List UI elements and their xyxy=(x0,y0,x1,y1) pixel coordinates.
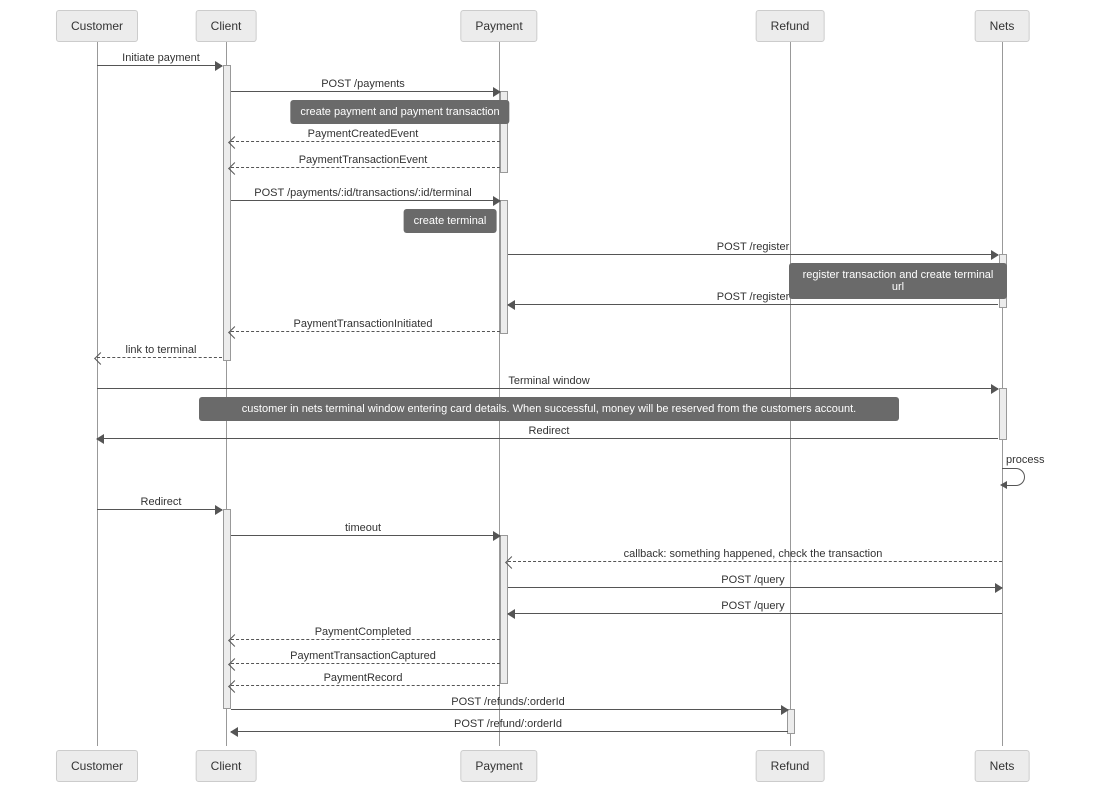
msg-label: POST /payments/:id/transactions/:id/term… xyxy=(254,187,471,199)
msg-label: POST /refund/:orderId xyxy=(454,718,562,730)
msg-label: callback: something happened, check the … xyxy=(624,548,883,560)
msg-label: PaymentCompleted xyxy=(315,626,412,638)
msg-label: process xyxy=(1006,454,1045,466)
arrow xyxy=(97,509,222,510)
arrow xyxy=(231,200,500,201)
msg-label: POST /query xyxy=(721,574,784,586)
note: create payment and payment transaction xyxy=(290,100,509,124)
msg-label: Redirect xyxy=(529,425,570,437)
activation xyxy=(500,200,508,334)
actor-client-bottom: Client xyxy=(196,750,257,782)
msg-label: PaymentCreatedEvent xyxy=(308,128,419,140)
note: customer in nets terminal window enterin… xyxy=(199,397,899,421)
arrow xyxy=(231,731,788,732)
msg-label: timeout xyxy=(345,522,381,534)
arrow xyxy=(231,167,500,168)
arrow xyxy=(97,388,998,389)
arrow xyxy=(231,685,500,686)
actor-refund-bottom: Refund xyxy=(756,750,825,782)
arrow xyxy=(508,304,998,305)
arrow xyxy=(97,438,998,439)
arrow xyxy=(508,561,1002,562)
note: register transaction and create terminal… xyxy=(789,263,1007,299)
msg-label: POST /register xyxy=(717,291,790,303)
actor-refund: Refund xyxy=(756,10,825,42)
activation xyxy=(223,509,231,709)
msg-label: POST /refunds/:orderId xyxy=(451,696,565,708)
msg-label: link to terminal xyxy=(126,344,197,356)
msg-label: POST /payments xyxy=(321,78,405,90)
arrow xyxy=(508,254,998,255)
msg-label: POST /register xyxy=(717,241,790,253)
arrow xyxy=(231,663,500,664)
msg-label: PaymentTransactionEvent xyxy=(299,154,428,166)
actor-client: Client xyxy=(196,10,257,42)
arrow xyxy=(231,639,500,640)
actor-payment: Payment xyxy=(460,10,537,42)
arrow xyxy=(231,535,500,536)
lifeline-customer xyxy=(97,42,98,746)
msg-label: PaymentTransactionInitiated xyxy=(294,318,433,330)
actor-nets: Nets xyxy=(975,10,1030,42)
self-loop xyxy=(1002,468,1025,486)
actor-payment-bottom: Payment xyxy=(460,750,537,782)
msg-label: Terminal window xyxy=(508,375,589,387)
arrow xyxy=(97,65,222,66)
note: create terminal xyxy=(404,209,497,233)
arrow xyxy=(231,91,500,92)
lifeline-refund xyxy=(790,42,791,746)
msg-label: Redirect xyxy=(141,496,182,508)
arrow xyxy=(97,357,222,358)
msg-label: PaymentRecord xyxy=(324,672,403,684)
msg-label: POST /query xyxy=(721,600,784,612)
msg-label: Initiate payment xyxy=(122,52,200,64)
arrow xyxy=(508,613,1002,614)
actor-nets-bottom: Nets xyxy=(975,750,1030,782)
arrow xyxy=(231,331,500,332)
activation xyxy=(223,65,231,361)
arrow xyxy=(231,141,500,142)
arrow xyxy=(508,587,1002,588)
activation xyxy=(999,388,1007,440)
sequence-diagram: Customer Client Payment Refund Nets Cust… xyxy=(0,0,1116,806)
actor-customer-bottom: Customer xyxy=(56,750,138,782)
msg-label: PaymentTransactionCaptured xyxy=(290,650,436,662)
actor-customer: Customer xyxy=(56,10,138,42)
arrow xyxy=(231,709,788,710)
